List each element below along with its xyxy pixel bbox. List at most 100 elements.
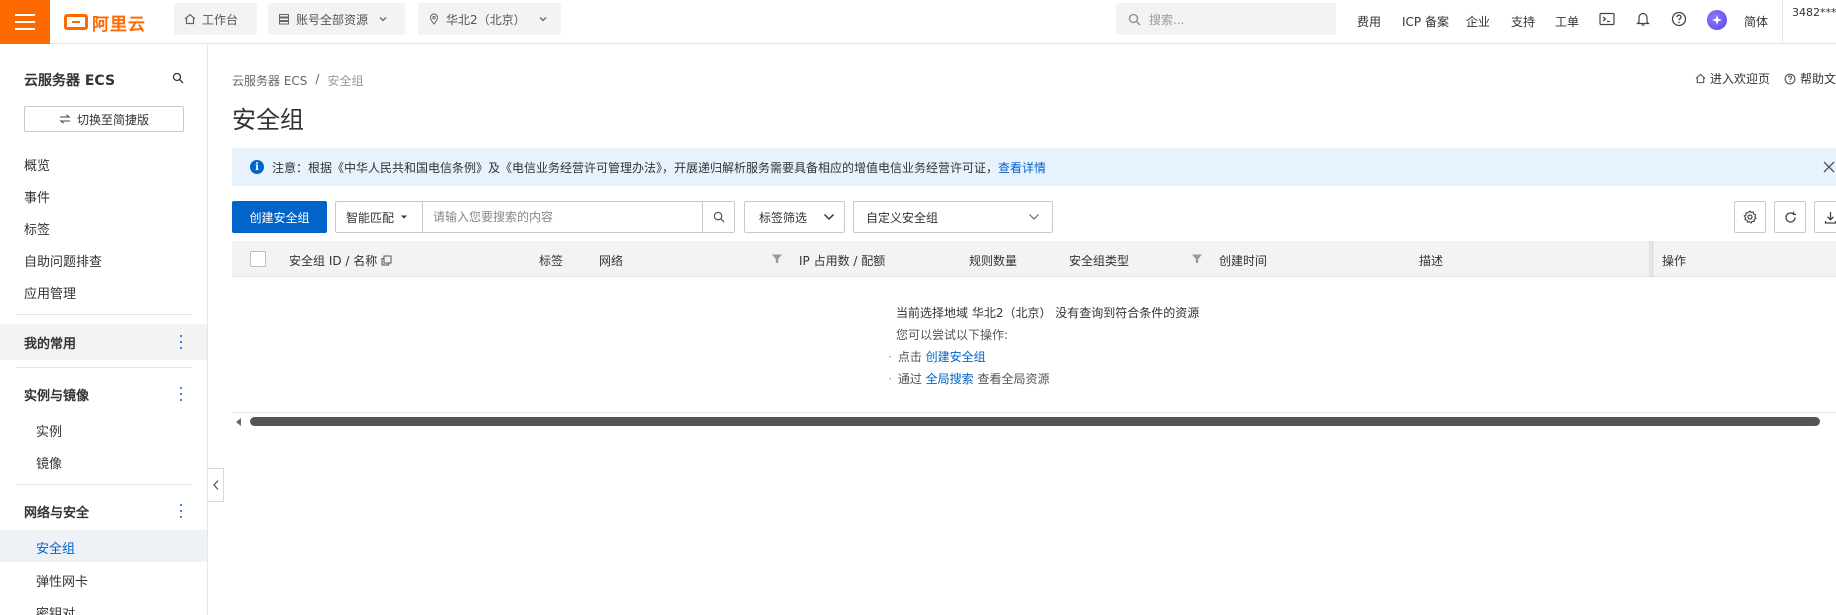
refresh-button[interactable] xyxy=(1774,201,1806,233)
select-all-checkbox[interactable] xyxy=(250,251,266,267)
column-header-tags: 标签 xyxy=(539,254,564,268)
home-icon xyxy=(1695,73,1706,84)
notice-details-link[interactable]: 查看详情 xyxy=(998,161,1046,175)
empty-action-prefix: 点击 xyxy=(897,350,922,364)
fixed-column-divider xyxy=(1652,241,1653,277)
column-header-operations: 操作 xyxy=(1662,254,1687,268)
language-switch[interactable]: 简体 xyxy=(1744,13,1768,30)
enterprise-link[interactable]: 企业 xyxy=(1466,13,1490,30)
column-header-rule-count: 规则数量 xyxy=(969,254,1018,268)
breadcrumb: 云服务器 ECS / 安全组 xyxy=(232,72,363,89)
sidebar-item-eni[interactable]: 弹性网卡 xyxy=(36,571,88,590)
logo-mark-icon xyxy=(64,14,88,30)
sidebar-active-highlight xyxy=(0,530,207,562)
chevron-down-icon xyxy=(823,213,835,221)
sidebar-item-key-pairs[interactable]: 密钥对 xyxy=(36,603,75,615)
home-icon xyxy=(184,13,196,25)
global-search-link[interactable]: 全局搜索 xyxy=(926,372,974,386)
sidebar-divider xyxy=(16,314,192,315)
export-button[interactable] xyxy=(1814,201,1836,233)
column-header-id-name[interactable]: 安全组 ID / 名称 xyxy=(289,252,392,269)
resource-scope-label: 账号全部资源 xyxy=(296,12,369,27)
sidebar-title: 云服务器 ECS xyxy=(24,73,116,89)
menu-icon[interactable] xyxy=(0,0,50,44)
location-pin-icon xyxy=(429,13,439,25)
aliyun-logo[interactable]: 阿里云 xyxy=(64,10,146,35)
column-header-ip-quota: IP 占用数 / 配额 xyxy=(799,254,886,268)
sidebar-group-instances-images[interactable]: 实例与镜像 xyxy=(0,376,207,412)
column-header-created-time: 创建时间 xyxy=(1219,254,1268,268)
breadcrumb-separator: / xyxy=(315,72,320,86)
download-icon xyxy=(1824,211,1836,224)
page-top-actions: 进入欢迎页 帮助文档 xyxy=(1695,70,1836,87)
chevron-down-icon xyxy=(379,17,387,22)
tag-filter-label: 标签筛选 xyxy=(759,210,808,225)
sidebar-item-security-groups[interactable]: 安全组 xyxy=(36,538,75,557)
column-header-sg-type: 安全组类型 xyxy=(1069,254,1130,268)
breadcrumb-current: 安全组 xyxy=(327,74,364,88)
workbench-button[interactable]: 工作台 xyxy=(174,3,257,35)
global-search-placeholder: 搜索... xyxy=(1149,12,1185,27)
chevron-down-icon xyxy=(1029,214,1039,220)
sidebar-item-overview[interactable]: 概览 xyxy=(24,155,50,174)
welcome-page-link[interactable]: 进入欢迎页 xyxy=(1695,70,1770,87)
resource-search-input[interactable] xyxy=(423,202,702,232)
search-icon xyxy=(713,211,725,223)
page-title: 安全组 xyxy=(232,106,304,134)
empty-action-create: · 点击 创建安全组 xyxy=(888,350,986,364)
assistant-avatar-icon[interactable] xyxy=(1707,10,1727,30)
help-circle-icon xyxy=(1784,73,1796,84)
billing-link[interactable]: 费用 xyxy=(1357,13,1381,30)
sidebar-collapse-button[interactable] xyxy=(208,468,224,502)
resource-scope-dropdown[interactable]: 账号全部资源 xyxy=(268,3,405,35)
icp-filing-link[interactable]: ICP 备案 xyxy=(1402,13,1449,30)
filter-icon[interactable] xyxy=(1191,253,1203,265)
notice-banner: i 注意：根据《中华人民共和国电信条例》及《电信业务经营许可管理办法》，开展递归… xyxy=(232,148,1836,186)
help-circle-icon[interactable] xyxy=(1670,10,1688,28)
more-vertical-icon[interactable] xyxy=(179,335,183,349)
sidebar-item-self-troubleshoot[interactable]: 自助问题排查 xyxy=(24,251,102,270)
create-security-group-button[interactable]: 创建安全组 xyxy=(232,201,327,233)
sidebar-group-favorites[interactable]: 我的常用 xyxy=(0,324,207,360)
sidebar-item-events[interactable]: 事件 xyxy=(24,187,50,206)
logo-text: 阿里云 xyxy=(92,14,146,35)
create-security-group-link[interactable]: 创建安全组 xyxy=(926,350,986,364)
sidebar-item-tags[interactable]: 标签 xyxy=(24,219,50,238)
horizontal-scrollbar[interactable] xyxy=(232,412,1836,432)
copy-icon[interactable] xyxy=(381,255,392,266)
breadcrumb-root[interactable]: 云服务器 ECS xyxy=(232,72,307,89)
table-settings-button[interactable] xyxy=(1734,201,1766,233)
match-mode-select[interactable]: 智能匹配 xyxy=(336,202,423,232)
swap-icon xyxy=(59,114,71,124)
caret-down-icon xyxy=(401,215,408,219)
sidebar-item-instances[interactable]: 实例 xyxy=(36,421,62,440)
sidebar-item-app-management[interactable]: 应用管理 xyxy=(24,283,76,302)
tag-filter-dropdown[interactable]: 标签筛选 xyxy=(744,201,845,233)
close-icon[interactable] xyxy=(1822,160,1836,174)
scroll-left-arrow-icon[interactable] xyxy=(236,418,241,426)
notification-bell-icon[interactable] xyxy=(1634,10,1652,28)
account-id[interactable]: 3482**** xyxy=(1792,6,1836,19)
security-group-type-select[interactable]: 自定义安全组 xyxy=(853,201,1053,233)
more-vertical-icon[interactable] xyxy=(179,504,183,518)
support-link[interactable]: 支持 xyxy=(1511,13,1535,30)
search-icon[interactable] xyxy=(172,72,184,84)
help-docs-link[interactable]: 帮助文档 xyxy=(1784,70,1836,87)
security-group-type-label: 自定义安全组 xyxy=(866,210,939,225)
sidebar-group-network-security[interactable]: 网络与安全 xyxy=(0,493,207,529)
match-mode-label: 智能匹配 xyxy=(346,210,395,225)
empty-action-search: · 通过 全局搜索 查看全局资源 xyxy=(888,372,1050,386)
terminal-icon[interactable] xyxy=(1598,10,1616,28)
search-button[interactable] xyxy=(702,202,734,232)
sidebar: 云服务器 ECS 切换至简捷版 概览 事件 标签 自助问题排查 应用管理 我的常… xyxy=(0,44,208,615)
filter-icon[interactable] xyxy=(771,253,783,265)
sidebar-item-images[interactable]: 镜像 xyxy=(36,453,62,472)
more-vertical-icon[interactable] xyxy=(179,387,183,401)
scrollbar-thumb[interactable] xyxy=(250,417,1820,426)
ticket-link[interactable]: 工单 xyxy=(1555,13,1579,30)
chevron-left-icon xyxy=(212,480,218,490)
region-dropdown[interactable]: 华北2（北京） xyxy=(418,3,561,35)
table-header: 安全组 ID / 名称 标签 网络 IP 占用数 / 配额 规则数量 安全组类型… xyxy=(232,241,1836,277)
switch-to-simple-button[interactable]: 切换至简捷版 xyxy=(24,106,184,132)
global-search-input[interactable]: 搜索... xyxy=(1116,3,1336,35)
